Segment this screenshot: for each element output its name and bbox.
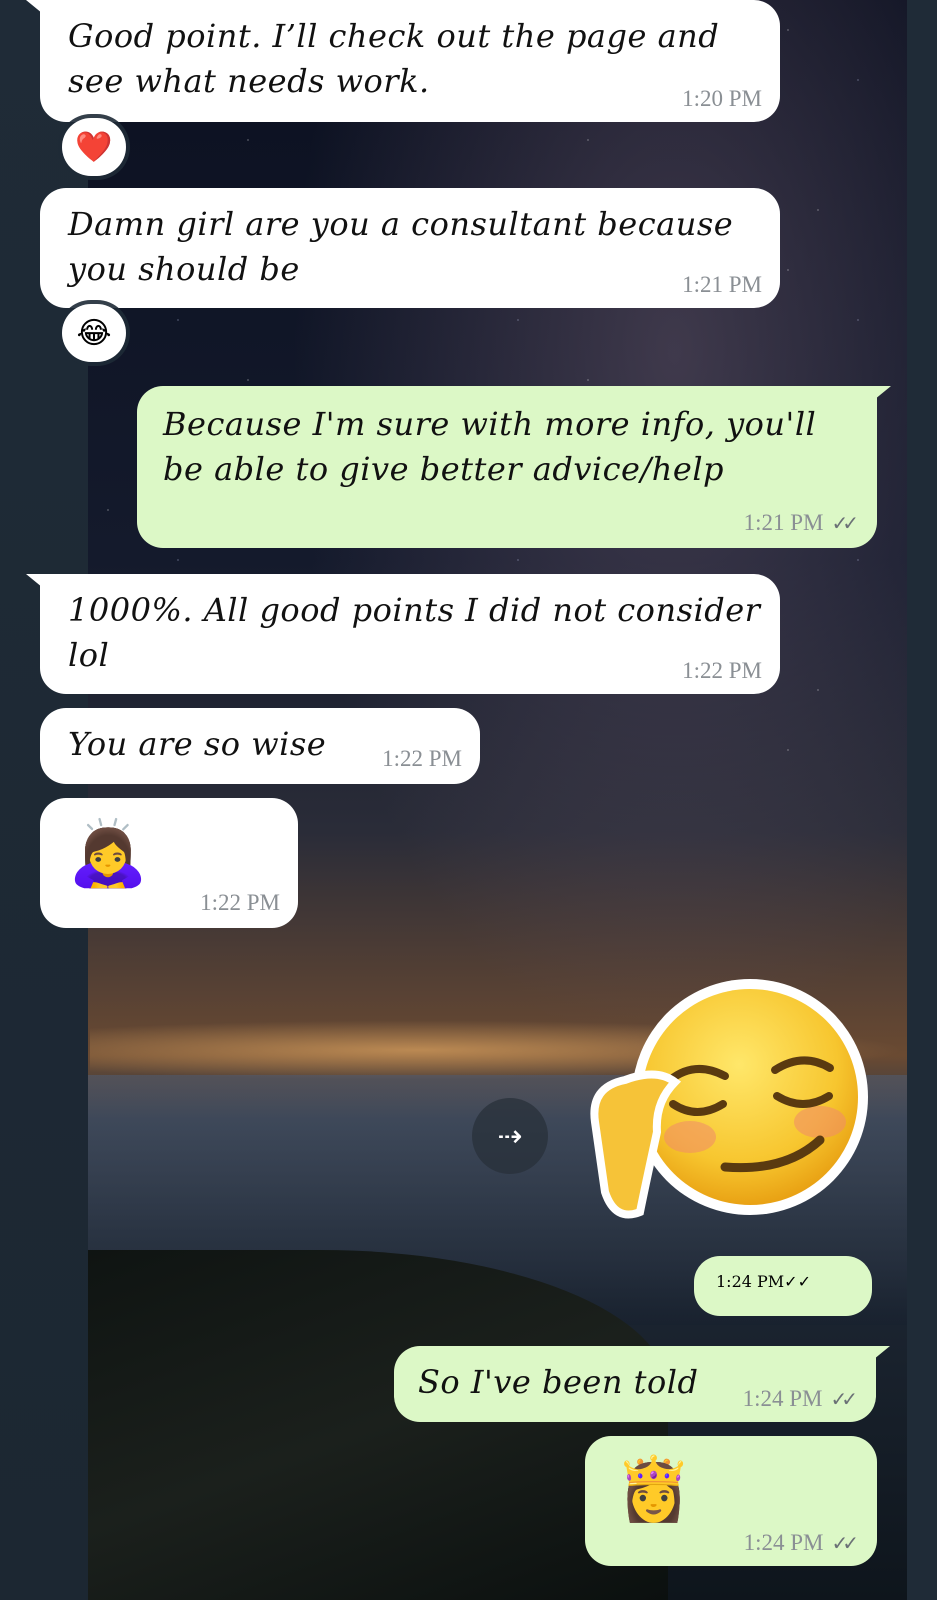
- message-timestamp: 1:21 PM: [682, 272, 762, 297]
- read-receipt-icon: ✓✓: [831, 511, 858, 535]
- read-receipt-icon: ✓✓: [831, 1531, 858, 1555]
- message-timestamp: 1:22 PM: [382, 746, 462, 771]
- incoming-message[interactable]: Damn girl are you a consultant because y…: [40, 188, 780, 308]
- outgoing-message[interactable]: So I've been told 1:24 PM ✓✓: [394, 1346, 890, 1422]
- incoming-message[interactable]: Good point. I’ll check out the page and …: [26, 0, 780, 122]
- message-text-line: Damn girl are you a consultant because: [68, 205, 734, 243]
- message-timestamp: 1:22 PM: [682, 658, 762, 683]
- sticker-time-pill: 1:24 PM✓✓: [694, 1256, 872, 1316]
- relieved-face-sticker[interactable]: [585, 972, 875, 1242]
- message-text-line: So I've been told: [418, 1363, 699, 1401]
- outgoing-message[interactable]: Because I'm sure with more info, you'll …: [137, 386, 891, 548]
- message-text-line: 1000%. All good points I did not conside…: [68, 591, 761, 629]
- incoming-message[interactable]: You are so wise 1:22 PM: [40, 708, 480, 784]
- chat-side-panel-right: [907, 0, 937, 1600]
- read-receipt-icon: ✓✓: [784, 1272, 811, 1291]
- message-text-line: see what needs work.: [68, 62, 430, 100]
- princess-icon: 👸: [615, 1452, 693, 1525]
- reaction-laughing-icon[interactable]: 😂: [62, 304, 126, 362]
- message-timestamp: 1:20 PM: [682, 86, 762, 111]
- laughing-face-icon: 😂: [76, 315, 112, 351]
- outgoing-message[interactable]: 👸 1:24 PM ✓✓: [585, 1436, 877, 1566]
- heart-icon: ❤️: [75, 129, 113, 165]
- reaction-heart-icon[interactable]: ❤️: [62, 118, 126, 176]
- forward-button[interactable]: ⇢: [472, 1098, 548, 1174]
- message-timestamp: 1:21 PM: [743, 510, 824, 535]
- message-text-line: you should be: [68, 250, 300, 288]
- message-timestamp: 1:24 PM: [743, 1530, 824, 1555]
- relieved-face-icon: [590, 979, 868, 1219]
- read-receipt-icon: ✓✓: [830, 1387, 857, 1411]
- message-text-line: You are so wise: [68, 725, 327, 763]
- message-text-line: be able to give better advice/help: [163, 450, 725, 488]
- person-bowing-icon: 🙇‍♀️: [68, 817, 148, 891]
- message-text-line: Because I'm sure with more info, you'll: [163, 405, 817, 443]
- incoming-message[interactable]: 1000%. All good points I did not conside…: [26, 574, 780, 694]
- message-timestamp: 1:24 PM: [716, 1272, 785, 1291]
- forward-icon: ⇢: [497, 1118, 523, 1154]
- message-text-line: Good point. I’ll check out the page and: [68, 17, 720, 55]
- message-timestamp: 1:24 PM: [742, 1386, 823, 1411]
- message-timestamp: 1:22 PM: [200, 890, 280, 915]
- incoming-message[interactable]: 🙇‍♀️ 1:22 PM: [40, 798, 298, 928]
- message-text-line: lol: [68, 636, 110, 674]
- wallpaper-cliffs: [88, 1250, 668, 1600]
